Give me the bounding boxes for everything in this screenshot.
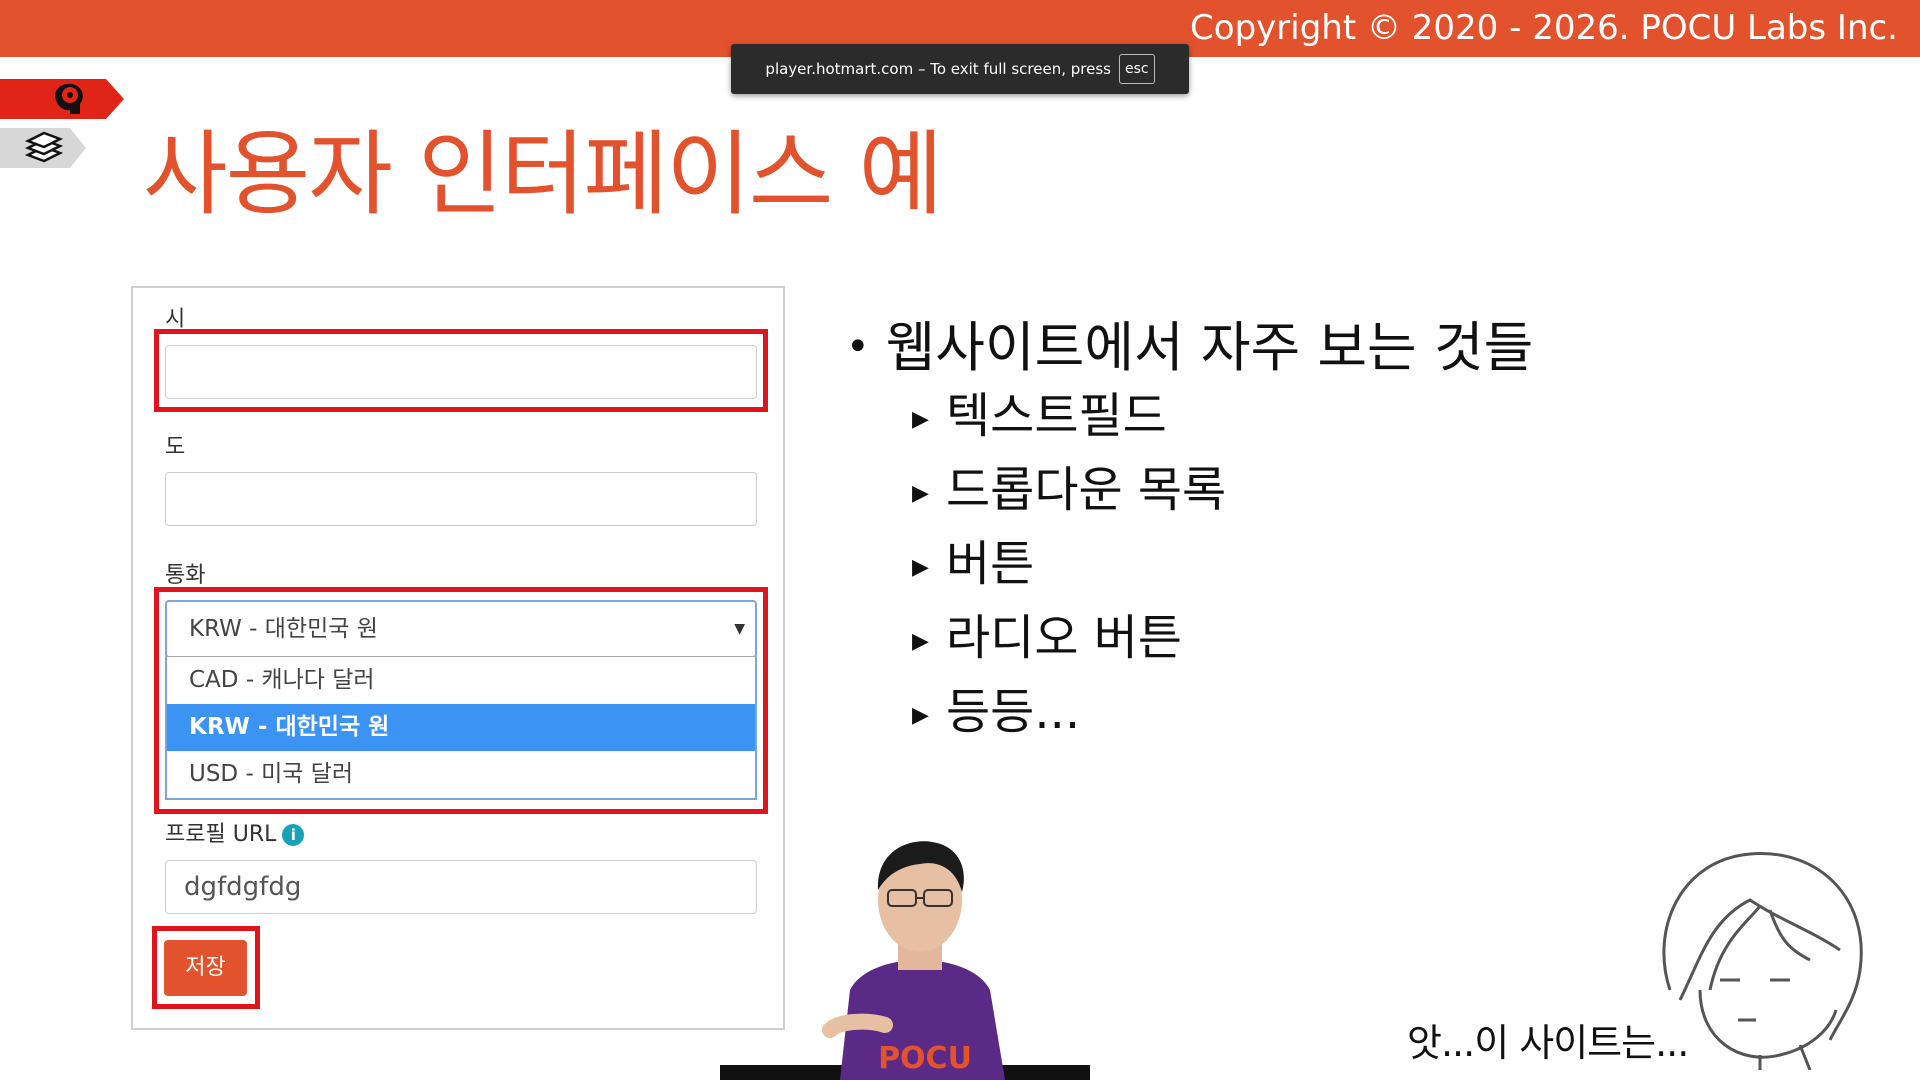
triangle-icon: ▶ xyxy=(912,481,929,506)
profile-url-label-text: 프로필 URL xyxy=(165,822,277,847)
list-item: ▶ 텍스트필드 xyxy=(912,388,1226,462)
profile-url-input[interactable]: dgfdgfdg xyxy=(165,860,757,914)
list-item-text: 텍스트필드 xyxy=(946,388,1167,444)
highlight-dropdown xyxy=(154,587,768,814)
list-item-text: 버튼 xyxy=(946,536,1035,592)
currency-label: 통화 xyxy=(165,563,206,588)
side-tag-gray-tip xyxy=(70,128,86,168)
bullet-dot-icon: • xyxy=(846,324,870,370)
list-item-text: 등등... xyxy=(946,684,1081,740)
bullet-main-text: 웹사이트에서 자주 보는 것들 xyxy=(885,316,1534,379)
brain-icon xyxy=(55,83,83,114)
books-icon xyxy=(24,131,64,163)
triangle-icon: ▶ xyxy=(912,629,929,654)
side-tag-red-tip xyxy=(106,79,124,119)
triangle-icon: ▶ xyxy=(912,703,929,728)
fullscreen-notice: player.hotmart.com – To exit full screen… xyxy=(731,44,1189,94)
profile-url-label: 프로필 URL i xyxy=(165,816,305,848)
list-item: ▶ 버튼 xyxy=(912,536,1226,610)
bullet-sub-list: ▶ 텍스트필드 ▶ 드롭다운 목록 ▶ 버튼 ▶ 라디오 버튼 ▶ 등등... xyxy=(912,388,1226,758)
highlight-button xyxy=(152,926,260,1009)
list-item: ▶ 라디오 버튼 xyxy=(912,610,1226,684)
list-item-text: 드롭다운 목록 xyxy=(946,462,1227,518)
presenter-video: POCU xyxy=(720,841,1090,1080)
list-item: ▶ 드롭다운 목록 xyxy=(912,462,1226,536)
province-input[interactable] xyxy=(165,472,757,526)
triangle-icon: ▶ xyxy=(912,555,929,580)
doodle-character xyxy=(1662,852,1863,1070)
highlight-textfield xyxy=(154,329,768,412)
province-label: 도 xyxy=(165,435,186,460)
svg-text:POCU: POCU xyxy=(878,1041,972,1076)
slide-title: 사용자 인터페이스 예 xyxy=(143,121,943,228)
info-icon[interactable]: i xyxy=(282,824,305,846)
fullscreen-notice-text: player.hotmart.com – To exit full screen… xyxy=(765,60,1111,78)
copyright-text: Copyright © 2020 - 2026. POCU Labs Inc. xyxy=(1190,8,1898,48)
esc-key[interactable]: esc xyxy=(1118,54,1155,84)
list-item: ▶ 등등... xyxy=(912,684,1226,758)
triangle-icon: ▶ xyxy=(912,407,929,432)
bullet-main: • 웹사이트에서 자주 보는 것들 xyxy=(846,303,1533,382)
list-item-text: 라디오 버튼 xyxy=(946,610,1183,666)
